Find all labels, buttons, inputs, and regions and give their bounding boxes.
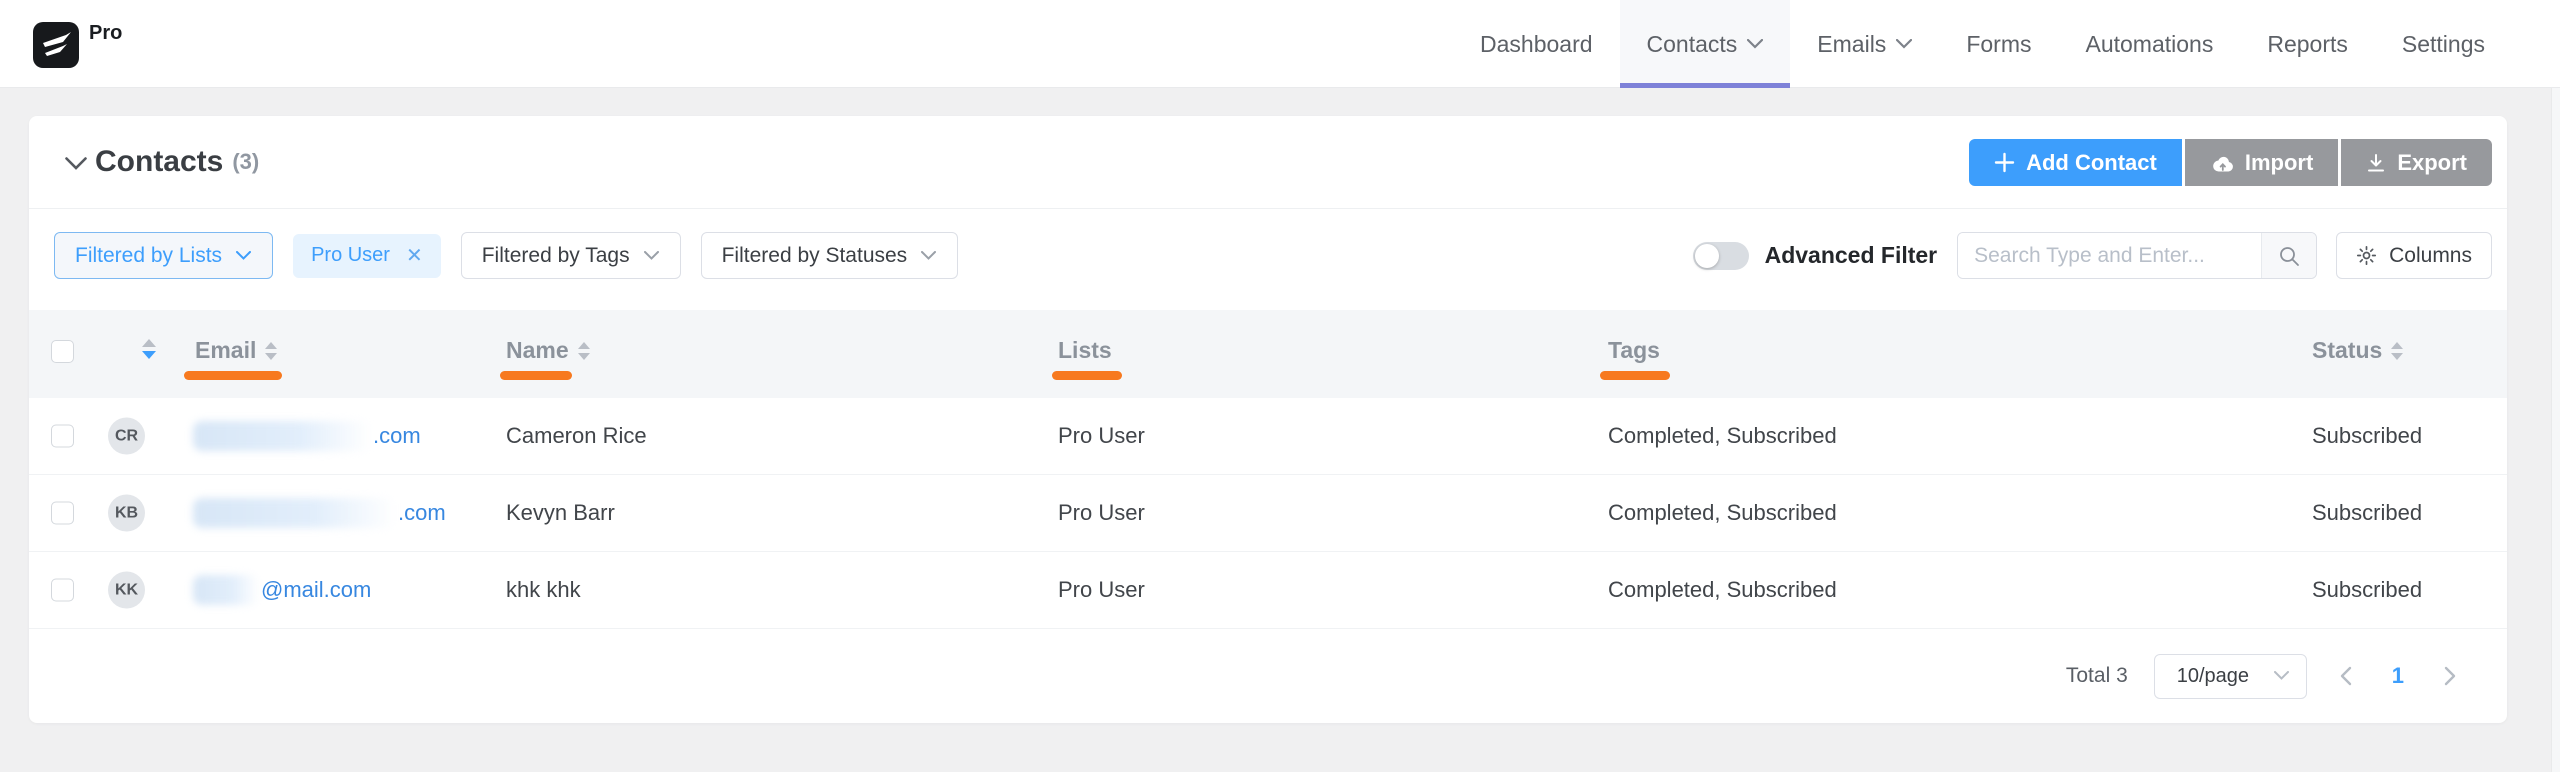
filtered-by-lists-dropdown[interactable]: Filtered by Lists (54, 232, 274, 279)
column-header-tags: Tags (1608, 337, 1660, 363)
tags-cell: Completed, Subscribed (1608, 423, 1837, 448)
pagination: Total 3 10/page 1 (2066, 629, 2463, 723)
search-icon (2280, 246, 2300, 266)
advanced-filter-label: Advanced Filter (1764, 242, 1938, 268)
avatar: KK (108, 571, 145, 609)
fluentcrm-logo-icon (33, 21, 79, 68)
previous-page-icon[interactable] (2333, 666, 2358, 686)
lists-cell: Pro User (1058, 500, 1145, 525)
lists-cell: Pro User (1058, 423, 1145, 448)
contacts-count: (3) (232, 149, 260, 174)
status-cell: Subscribed (2312, 500, 2423, 525)
annotation-underline-tags (1600, 371, 1670, 380)
table-row[interactable]: KB .com Kevyn Barr Pro User Completed, S… (29, 475, 2507, 552)
export-button[interactable]: Export (2341, 139, 2492, 186)
lists-cell: Pro User (1058, 577, 1145, 602)
remove-tag-icon[interactable]: ✕ (406, 243, 423, 268)
chevron-down-icon (1747, 39, 1764, 49)
scrollbar-track[interactable] (2551, 88, 2560, 772)
column-header-email[interactable]: Email (195, 337, 278, 364)
add-contact-button[interactable]: Add Contact (1969, 139, 2182, 186)
filtered-by-tags-dropdown[interactable]: Filtered by Tags (460, 232, 681, 279)
main-nav: Dashboard Contacts Emails Forms Automati… (1453, 0, 2512, 88)
search-box (1957, 232, 2318, 279)
table-row[interactable]: CR .com Cameron Rice Pro User Completed,… (29, 398, 2507, 475)
chevron-down-icon (921, 250, 937, 261)
tags-cell: Completed, Subscribed (1608, 577, 1837, 602)
total-count: Total 3 (2065, 664, 2128, 687)
table-footer: Total 3 10/page 1 (29, 629, 2507, 723)
active-filter-tag-pro-user: Pro User ✕ (293, 233, 441, 278)
page-number-1[interactable]: 1 (2384, 663, 2412, 689)
avatar: KB (108, 494, 145, 532)
toggle-knob (1694, 243, 1719, 268)
chevron-down-icon (2273, 671, 2290, 681)
chevron-down-icon (1896, 39, 1913, 49)
annotation-underline-email (184, 371, 282, 380)
nav-item-emails[interactable]: Emails (1790, 0, 1939, 88)
collapse-chevron-icon[interactable] (65, 157, 87, 170)
topbar: Pro Dashboard Contacts Emails Forms Auto… (0, 0, 2560, 88)
chevron-down-icon (643, 250, 660, 261)
page-size-select[interactable]: 10/page (2153, 653, 2307, 699)
card-header: Contacts (3) Add Contact Import Export (29, 116, 2507, 209)
sort-icon[interactable] (2391, 341, 2404, 360)
import-button[interactable]: Import (2184, 139, 2339, 186)
next-page-icon[interactable] (2438, 666, 2463, 686)
annotation-underline-name (500, 371, 572, 380)
column-header-lists: Lists (1058, 337, 1112, 363)
pro-badge: Pro (89, 21, 123, 44)
brand: Pro (33, 20, 122, 68)
plus-icon (1994, 152, 2015, 173)
status-cell: Subscribed (2312, 577, 2423, 602)
nav-item-contacts[interactable]: Contacts (1619, 0, 1791, 88)
row-checkbox[interactable] (51, 578, 74, 602)
page-title: Contacts (95, 145, 224, 178)
email-cell[interactable]: .com (193, 498, 446, 528)
nav-item-reports[interactable]: Reports (2240, 0, 2375, 88)
download-icon (2368, 153, 2385, 171)
redacted-email-blur (193, 498, 396, 528)
search-submit[interactable] (2261, 233, 2317, 278)
email-cell[interactable]: .com (193, 421, 421, 451)
filter-controls: Filtered by Lists Pro User ✕ Filtered by… (54, 232, 959, 279)
filtered-by-statuses-dropdown[interactable]: Filtered by Statuses (700, 232, 959, 279)
row-checkbox[interactable] (51, 501, 74, 525)
advanced-filter-toggle[interactable] (1692, 241, 1749, 270)
filter-right-controls: Advanced Filter Columns (1692, 232, 2492, 279)
name-cell: khk khk (506, 577, 581, 602)
search-input[interactable] (1958, 233, 2262, 278)
column-header-status[interactable]: Status (2312, 337, 2404, 364)
gear-icon (2357, 245, 2377, 266)
chevron-down-icon (236, 250, 252, 261)
cloud-upload-icon (2213, 156, 2233, 172)
nav-item-forms[interactable]: Forms (1939, 0, 2058, 88)
name-cell: Kevyn Barr (506, 500, 615, 525)
columns-button[interactable]: Columns (2336, 232, 2492, 279)
sort-icon[interactable] (577, 341, 590, 360)
nav-item-automations[interactable]: Automations (2058, 0, 2240, 88)
header-button-group: Add Contact Import Export (1969, 139, 2492, 186)
contacts-card: Contacts (3) Add Contact Import Export F… (29, 116, 2507, 723)
tags-cell: Completed, Subscribed (1608, 500, 1837, 525)
avatar: CR (108, 417, 145, 455)
table-row[interactable]: KK @mail.com khk khk Pro User Completed,… (29, 552, 2507, 629)
table-header: Email Name Lists Tags Status (29, 310, 2507, 398)
sort-icon[interactable] (265, 341, 278, 360)
select-all-checkbox[interactable] (51, 340, 74, 363)
sort-control-id[interactable] (142, 339, 156, 359)
row-checkbox[interactable] (51, 424, 74, 448)
column-header-name[interactable]: Name (506, 337, 590, 364)
redacted-email-blur (193, 575, 259, 605)
email-cell[interactable]: @mail.com (193, 575, 371, 605)
nav-item-dashboard[interactable]: Dashboard (1453, 0, 1620, 88)
annotation-underline-lists (1052, 371, 1122, 380)
filter-row: Filtered by Lists Pro User ✕ Filtered by… (29, 209, 2507, 310)
status-cell: Subscribed (2312, 423, 2423, 448)
name-cell: Cameron Rice (506, 423, 647, 448)
redacted-email-blur (193, 421, 371, 451)
nav-item-settings[interactable]: Settings (2375, 0, 2512, 88)
